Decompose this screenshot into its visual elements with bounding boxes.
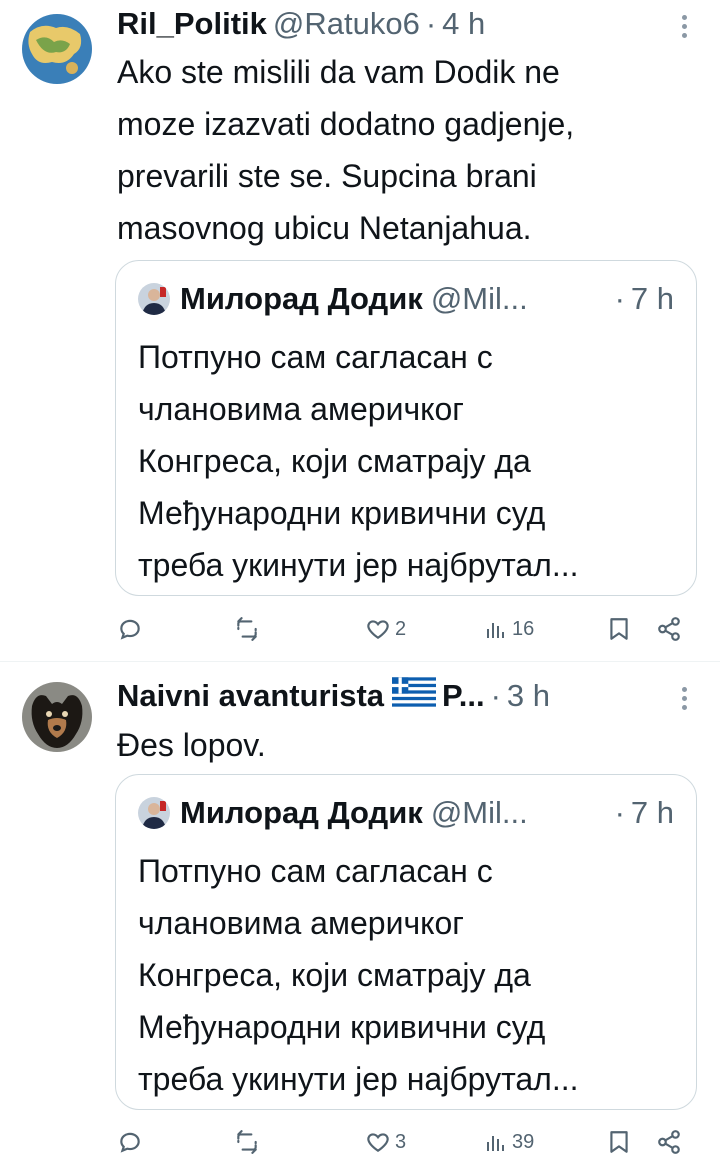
text-line: moze izazvati dodatno gadjenje, — [117, 106, 575, 142]
like-icon — [367, 1133, 389, 1152]
reply-button[interactable] — [117, 1122, 147, 1162]
views-button[interactable]: 16 — [484, 609, 534, 649]
action-bar: 3 39 — [0, 1122, 720, 1162]
text-line: треба укинути јер најбрутал... — [138, 1061, 579, 1097]
repost-button[interactable] — [233, 609, 265, 649]
like-icon — [367, 620, 389, 639]
bookmark-button[interactable] — [608, 1122, 630, 1162]
like-count: 2 — [395, 617, 407, 640]
repost-icon — [237, 1130, 257, 1154]
reply-icon — [120, 1132, 140, 1153]
quoted-author-handle: @Mil... — [430, 281, 528, 316]
views-icon — [487, 623, 504, 638]
author-name[interactable]: Naivni avanturista — [117, 678, 384, 714]
share-icon — [658, 1130, 680, 1154]
quoted-author-name: Милорад Додик — [180, 281, 423, 316]
tweet-time[interactable]: 4 h — [442, 6, 485, 42]
text-line: Ako ste mislili da vam Dodik ne — [117, 54, 560, 90]
tweet-2[interactable]: Naivni avanturista P... · 3 h Đes lopov. — [0, 662, 720, 1164]
share-button[interactable] — [656, 609, 682, 649]
quoted-avatar — [138, 797, 170, 829]
reply-button[interactable] — [117, 609, 147, 649]
quoted-header: Милорад Додик @Mil... · 7 h — [138, 793, 674, 833]
like-button[interactable]: 2 — [365, 609, 406, 649]
repost-icon — [237, 617, 257, 641]
quoted-tweet[interactable]: Милорад Додик @Mil... · 7 h Потпуно сам … — [115, 260, 697, 596]
text-line: Међународни кривични суд — [138, 1009, 546, 1045]
text-line: треба укинути јер најбрутал... — [138, 547, 579, 583]
author-name[interactable]: Ril_Politik — [117, 6, 267, 42]
tweet-header: Ril_Politik @Ratuko6 · 4 h — [117, 2, 680, 46]
quoted-text: Потпуно сам сагласан с члановима америчк… — [138, 331, 676, 591]
like-count: 3 — [395, 1130, 407, 1153]
text-line: члановима америчког — [138, 391, 464, 427]
text-line: Потпуно сам сагласан с — [138, 339, 493, 375]
quoted-author-handle: @Mil... — [430, 795, 528, 830]
action-bar: 2 16 — [0, 609, 720, 649]
separator-dot: · — [425, 6, 437, 41]
author-handle[interactable]: @Ratuko6 — [273, 6, 420, 42]
text-line: prevarili ste se. Supcina brani — [117, 158, 537, 194]
views-button[interactable]: 39 — [484, 1122, 534, 1162]
text-line: Конгреса, који сматрају да — [138, 957, 531, 993]
bookmark-icon — [610, 1131, 628, 1153]
more-icon[interactable] — [674, 680, 694, 716]
more-icon[interactable] — [674, 8, 694, 44]
quoted-text: Потпуно сам сагласан с члановима америчк… — [138, 845, 676, 1105]
tweet-text: Ako ste mislili da vam Dodik ne moze iza… — [117, 46, 680, 254]
quoted-avatar — [138, 283, 170, 315]
reply-icon — [120, 619, 140, 640]
separator-dot: · — [614, 281, 625, 316]
like-button[interactable]: 3 — [365, 1122, 406, 1162]
tweet-text: Đes lopov. — [117, 719, 680, 771]
text-line: Đes lopov. — [117, 727, 266, 763]
text-line: masovnog ubicu Netanjahua. — [117, 210, 532, 246]
text-line: Конгреса, који сматрају да — [138, 443, 531, 479]
author-avatar[interactable] — [22, 14, 92, 84]
greece-flag-icon — [392, 677, 437, 715]
share-button[interactable] — [656, 1122, 682, 1162]
quoted-author-name: Милорад Додик — [180, 795, 423, 830]
text-line: Међународни кривични суд — [138, 495, 546, 531]
view-count: 16 — [512, 617, 535, 640]
quoted-tweet[interactable]: Милорад Додик @Mil... · 7 h Потпуно сам … — [115, 774, 697, 1110]
tweet-header: Naivni avanturista P... · 3 h — [117, 674, 680, 718]
text-line: члановима америчког — [138, 905, 464, 941]
text-line: Потпуно сам сагласан с — [138, 853, 493, 889]
author-avatar[interactable] — [22, 682, 92, 752]
share-icon — [658, 617, 680, 641]
bookmark-button[interactable] — [608, 609, 630, 649]
views-icon — [487, 1136, 504, 1151]
repost-button[interactable] — [233, 1122, 265, 1162]
tweet-time[interactable]: 3 h — [507, 678, 550, 714]
quoted-header: Милорад Додик @Mil... · 7 h — [138, 279, 674, 319]
quoted-time: 7 h — [630, 795, 674, 830]
quoted-time: 7 h — [630, 281, 674, 316]
separator-dot: · — [614, 795, 625, 830]
view-count: 39 — [512, 1130, 535, 1153]
bookmark-icon — [610, 618, 628, 640]
author-handle[interactable]: P... — [442, 678, 485, 714]
tweet-1[interactable]: Ril_Politik @Ratuko6 · 4 h Ako ste misli… — [0, 0, 720, 660]
separator-dot: · — [490, 678, 501, 713]
